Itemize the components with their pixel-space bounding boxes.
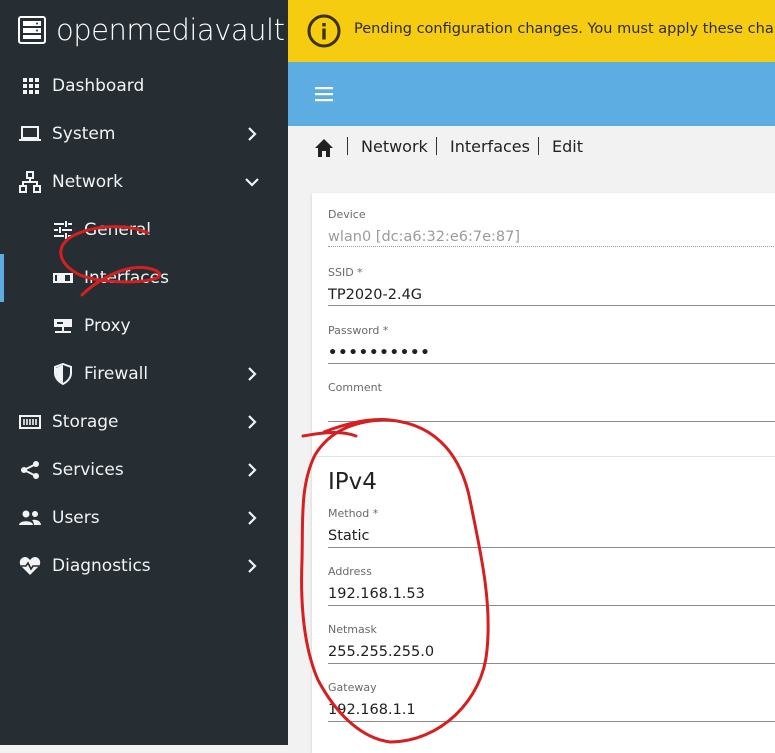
breadcrumb: Network Interfaces Edit	[288, 126, 775, 170]
field-underline	[328, 305, 775, 306]
comment-input[interactable]	[328, 400, 775, 420]
breadcrumb-interfaces[interactable]: Interfaces	[450, 137, 530, 156]
address-label: Address	[328, 565, 372, 578]
sidebar-item-users[interactable]: Users	[0, 496, 288, 540]
heartbeat-icon	[19, 555, 41, 577]
chevron-right-icon	[242, 460, 262, 480]
ipv4-method-field[interactable]: Method * Static	[328, 507, 775, 548]
device-field: Device wlan0 [dc:a6:32:e6:7e:87]	[328, 208, 775, 247]
sidebar-item-services[interactable]: Services	[0, 448, 288, 492]
comment-label: Comment	[328, 381, 382, 394]
gateway-input[interactable]: 192.168.1.1	[328, 700, 775, 720]
netmask-label: Netmask	[328, 623, 377, 636]
sidebar-item-label: Users	[52, 508, 100, 528]
server-icon	[52, 315, 74, 337]
comment-field[interactable]: Comment	[328, 381, 775, 422]
sidebar-item-label: Dashboard	[52, 76, 145, 96]
field-underline	[328, 547, 775, 548]
sidebar-item-general[interactable]: General	[0, 208, 288, 252]
sidebar-item-diagnostics[interactable]: Diagnostics	[0, 544, 288, 588]
field-underline	[328, 663, 775, 664]
field-underline	[328, 721, 775, 722]
sidebar: openmediavault Dashboard System Network …	[0, 0, 288, 745]
password-input[interactable]: ••••••••••	[328, 343, 775, 363]
password-field[interactable]: Password * ••••••••••	[328, 324, 775, 364]
netmask-input[interactable]: 255.255.255.0	[328, 642, 775, 662]
breadcrumb-separator	[538, 137, 539, 155]
ethernet-card-icon	[52, 267, 74, 289]
sidebar-item-proxy[interactable]: Proxy	[0, 304, 288, 348]
ssid-label: SSID *	[328, 266, 363, 279]
gateway-label: Gateway	[328, 681, 377, 694]
address-input[interactable]: 192.168.1.53	[328, 584, 775, 604]
sidebar-item-label: Proxy	[84, 316, 131, 336]
sidebar-item-dashboard[interactable]: Dashboard	[0, 64, 288, 108]
sidebar-item-label: Network	[52, 172, 123, 192]
menu-icon[interactable]	[314, 84, 334, 104]
field-underline	[328, 605, 775, 606]
breadcrumb-edit: Edit	[552, 137, 583, 156]
active-indicator	[0, 254, 4, 302]
sliders-icon	[52, 219, 74, 241]
sidebar-item-system[interactable]: System	[0, 112, 288, 156]
chevron-right-icon	[242, 556, 262, 576]
sidebar-item-storage[interactable]: Storage	[0, 400, 288, 444]
sidebar-item-label: Storage	[52, 412, 119, 432]
network-icon	[19, 171, 41, 193]
info-circle-icon	[307, 14, 341, 48]
ssid-input[interactable]: TP2020-2.4G	[328, 285, 775, 305]
sidebar-item-interfaces[interactable]: Interfaces	[0, 256, 288, 300]
brand-name: openmediavault	[56, 13, 285, 47]
app-toolbar	[288, 62, 775, 126]
chevron-right-icon	[242, 364, 262, 384]
device-label: Device	[328, 208, 366, 221]
field-underline	[328, 246, 775, 248]
sidebar-item-label: System	[52, 124, 116, 144]
field-underline	[328, 421, 775, 422]
section-divider	[312, 456, 775, 457]
ipv4-netmask-field[interactable]: Netmask 255.255.255.0	[328, 623, 775, 664]
brand[interactable]: openmediavault	[18, 10, 285, 50]
chevron-right-icon	[242, 124, 262, 144]
sidebar-item-network[interactable]: Network	[0, 160, 288, 204]
breadcrumb-network[interactable]: Network	[361, 137, 428, 156]
ssid-field[interactable]: SSID * TP2020-2.4G	[328, 266, 775, 306]
chevron-down-icon	[242, 172, 262, 192]
sidebar-item-label: General	[84, 220, 151, 240]
ipv4-gateway-field[interactable]: Gateway 192.168.1.1	[328, 681, 775, 722]
sidebar-item-label: Services	[52, 460, 124, 480]
breadcrumb-separator	[347, 137, 348, 155]
breadcrumb-separator	[436, 137, 437, 155]
sidebar-item-label: Firewall	[84, 364, 149, 384]
method-select[interactable]: Static	[328, 526, 775, 546]
pending-changes-text: Pending configuration changes. You must …	[354, 21, 775, 37]
sidebar-item-firewall[interactable]: Firewall	[0, 352, 288, 396]
chevron-right-icon	[242, 412, 262, 432]
chevron-right-icon	[242, 508, 262, 528]
pending-changes-banner: Pending configuration changes. You must …	[288, 0, 775, 62]
home-icon[interactable]	[314, 138, 334, 158]
storage-icon	[19, 411, 41, 433]
users-icon	[19, 507, 41, 529]
field-underline	[328, 363, 775, 364]
ipv4-section-title: IPv4	[328, 469, 377, 495]
sidebar-item-label: Diagnostics	[52, 556, 151, 576]
method-label: Method *	[328, 507, 379, 520]
laptop-icon	[19, 123, 41, 145]
sidebar-item-label: Interfaces	[84, 268, 169, 288]
password-label: Password *	[328, 324, 389, 337]
device-value: wlan0 [dc:a6:32:e6:7e:87]	[328, 229, 521, 245]
interface-edit-form: Device wlan0 [dc:a6:32:e6:7e:87] SSID * …	[312, 193, 775, 753]
share-icon	[19, 459, 41, 481]
openmediavault-logo-icon	[18, 16, 46, 44]
ipv4-address-field[interactable]: Address 192.168.1.53	[328, 565, 775, 606]
shield-icon	[52, 363, 74, 385]
dashboard-grid-icon	[20, 75, 42, 97]
